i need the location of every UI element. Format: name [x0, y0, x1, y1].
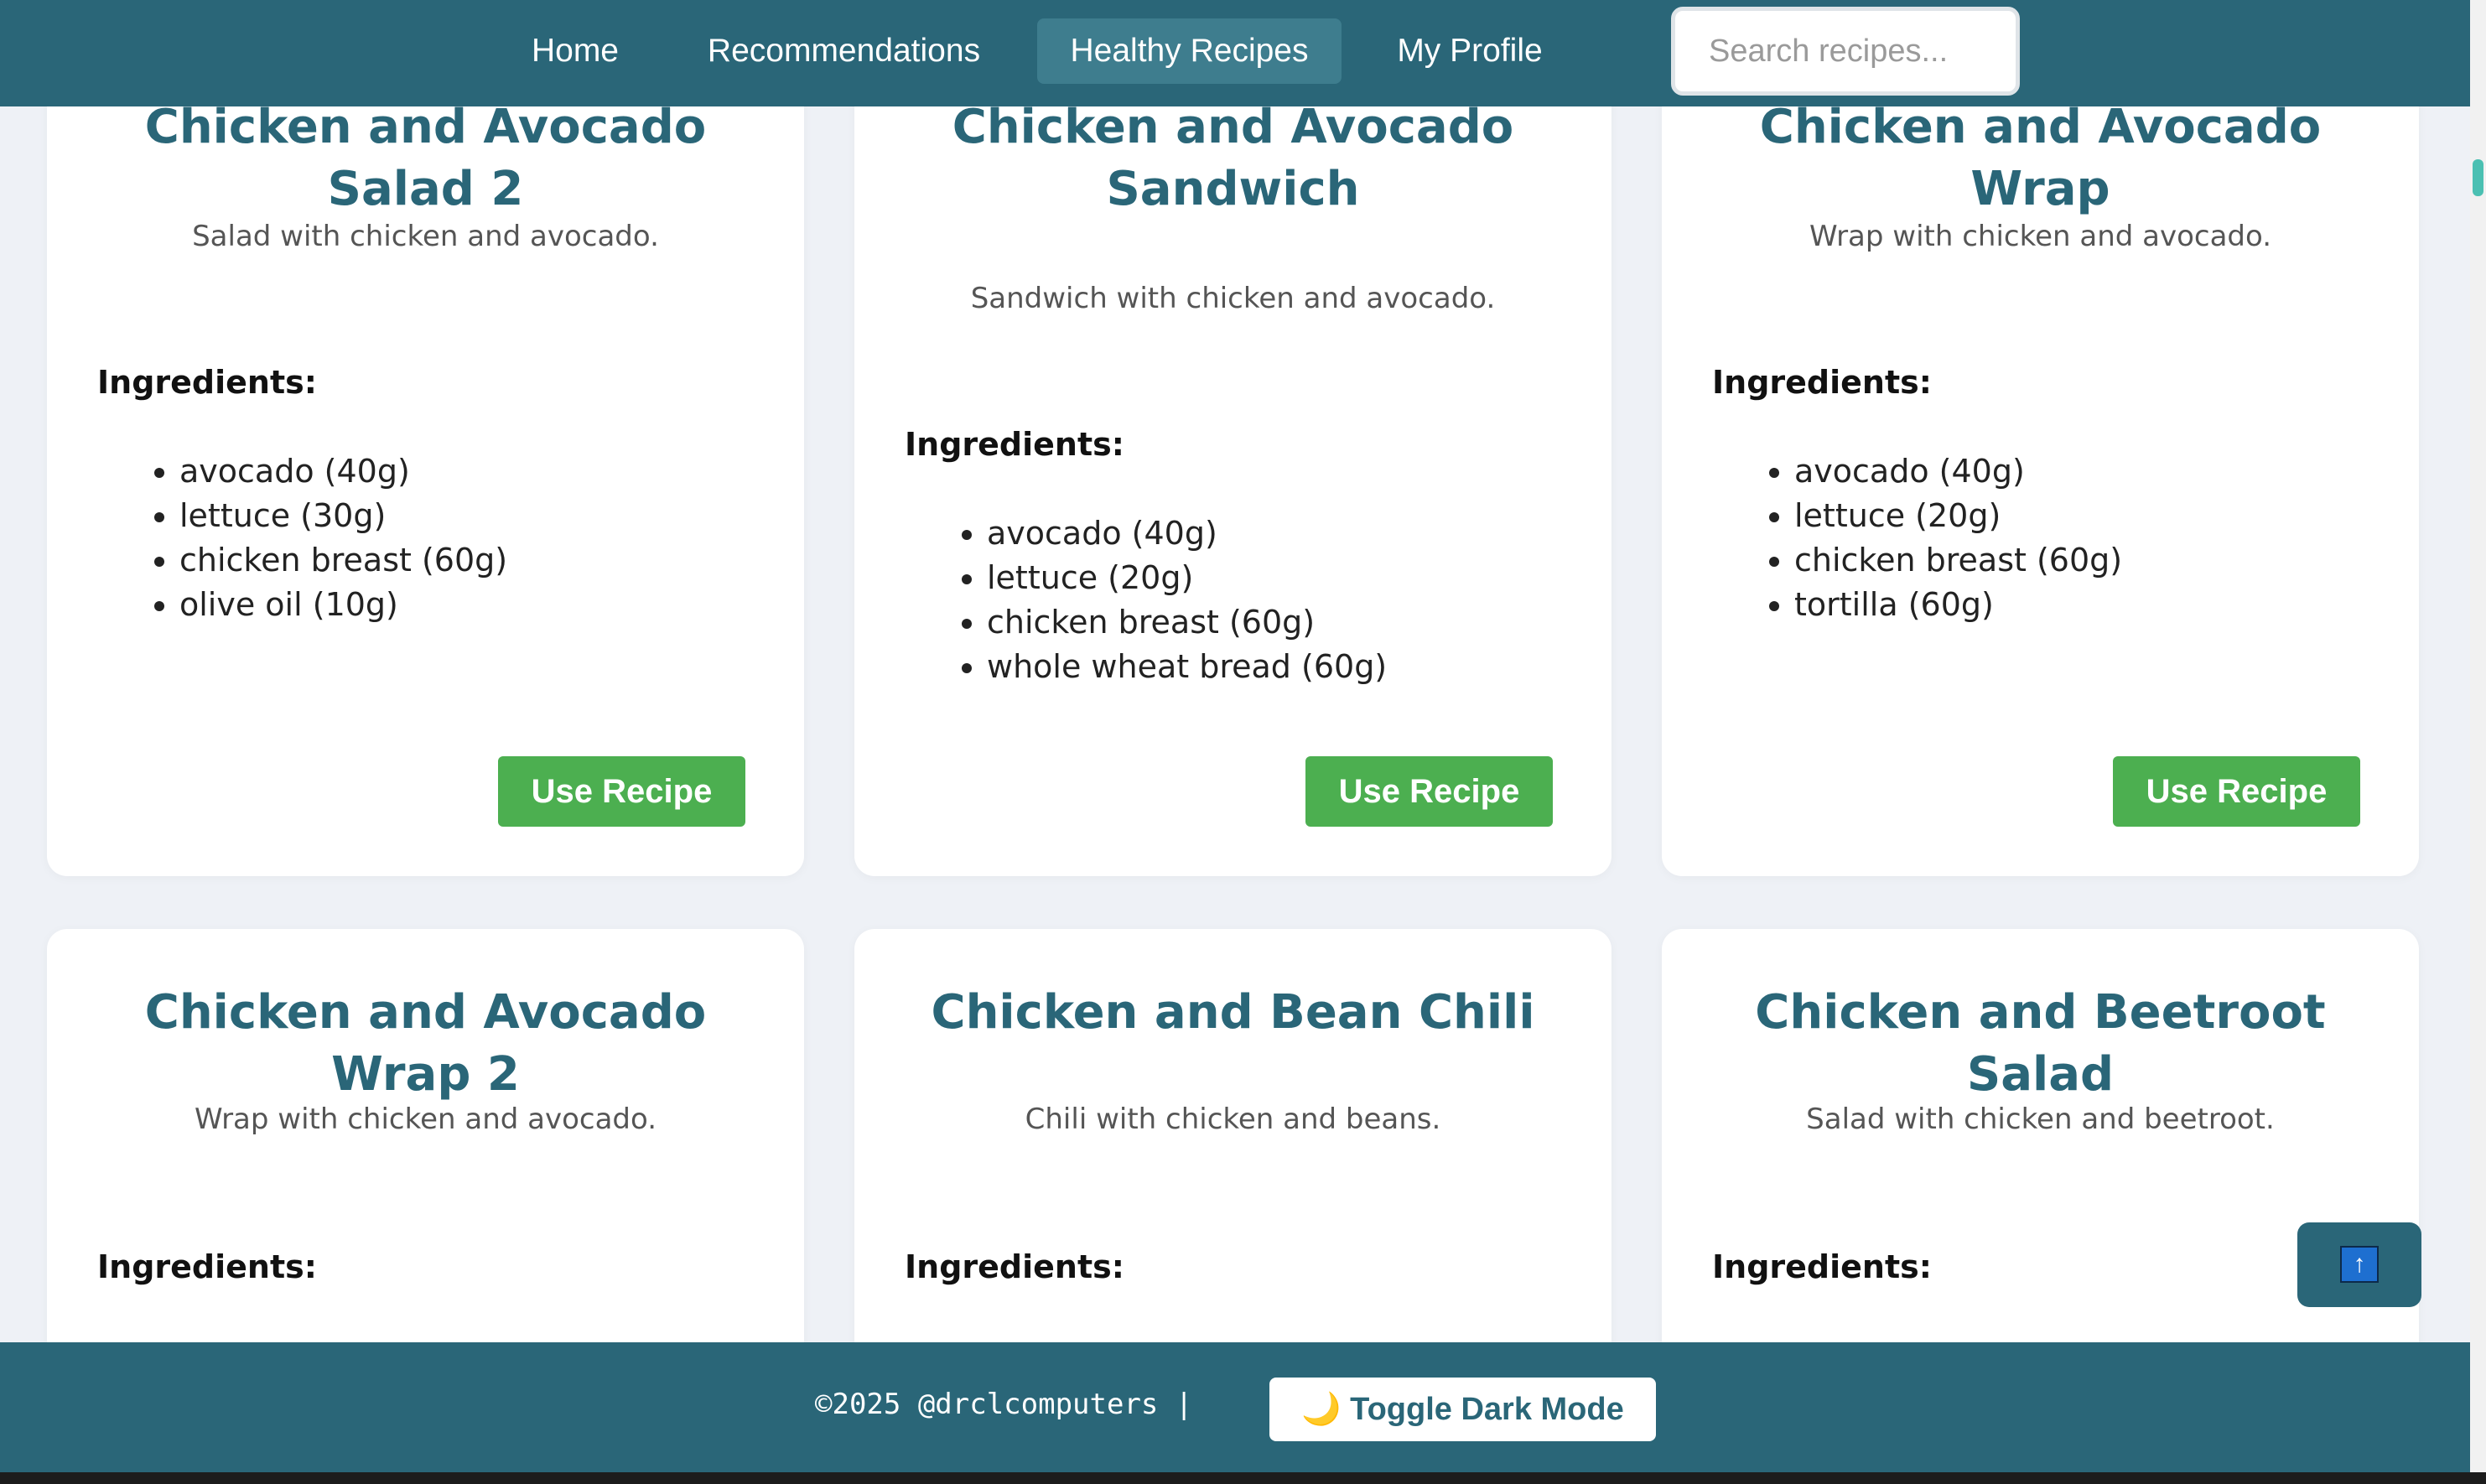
ingredients-list: avocado (40g) lettuce (20g) chicken brea… [905, 511, 1387, 689]
footer: ©2025 @drclcomputers | 🌙 Toggle Dark Mod… [0, 1342, 2470, 1472]
ingredients-heading: Ingredients: [1712, 1248, 1932, 1285]
use-recipe-button[interactable]: Use Recipe [2113, 756, 2360, 827]
use-recipe-button[interactable]: Use Recipe [1305, 756, 1553, 827]
nav-home-link[interactable]: Home [513, 18, 637, 84]
arrow-up-icon: ↑ [2340, 1246, 2379, 1283]
recipe-description: Chili with chicken and beans. [1025, 1103, 1441, 1136]
scroll-to-top-button[interactable]: ↑ [2297, 1222, 2421, 1307]
ingredients-heading: Ingredients: [97, 364, 317, 401]
recipe-card: Chicken and Avocado Salad 2 Salad with c… [47, 60, 804, 876]
recipe-card: Chicken and Beetroot Salad Salad with ch… [1662, 929, 2419, 1398]
ingredient-item: whole wheat bread (60g) [987, 645, 1387, 689]
recipe-card: Chicken and Avocado Wrap Wrap with chick… [1662, 60, 2419, 876]
ingredients-heading: Ingredients: [905, 426, 1124, 463]
ingredient-item: lettuce (30g) [179, 494, 507, 538]
ingredient-item: olive oil (10g) [179, 583, 507, 627]
recipe-title: Chicken and Beetroot Salad [1755, 985, 2326, 1102]
recipe-description: Salad with chicken and avocado. [192, 220, 659, 253]
ingredients-list: avocado (40g) lettuce (20g) chicken brea… [1712, 449, 2122, 627]
moon-icon: 🌙 [1301, 1392, 1342, 1427]
scrollbar-thumb[interactable] [2473, 159, 2483, 196]
recipe-description: Salad with chicken and beetroot. [1806, 1103, 2275, 1136]
recipe-title: Chicken and Avocado Wrap 2 [144, 985, 707, 1102]
nav-recommendations-link[interactable]: Recommendations [684, 18, 1004, 84]
scrollbar-track[interactable] [2470, 0, 2486, 1472]
use-recipe-button[interactable]: Use Recipe [498, 756, 745, 827]
nav-my-profile-link[interactable]: My Profile [1377, 18, 1563, 84]
nav-healthy-recipes-link[interactable]: Healthy Recipes [1037, 18, 1342, 84]
ingredients-list: avocado (40g) lettuce (30g) chicken brea… [97, 449, 507, 627]
ingredient-item: avocado (40g) [179, 449, 507, 494]
recipe-description: Sandwich with chicken and avocado. [970, 282, 1496, 315]
ingredient-item: avocado (40g) [987, 511, 1387, 556]
ingredient-item: tortilla (60g) [1794, 583, 2122, 627]
search-input[interactable] [1671, 7, 2020, 96]
ingredients-heading: Ingredients: [1712, 364, 1932, 401]
recipe-title: Chicken and Avocado Wrap [1759, 100, 2322, 216]
toggle-dark-mode-label: Toggle Dark Mode [1350, 1392, 1624, 1427]
ingredients-heading: Ingredients: [97, 1248, 317, 1285]
recipe-card: Chicken and Bean Chili Chili with chicke… [854, 929, 1611, 1398]
ingredient-item: lettuce (20g) [987, 556, 1387, 600]
ingredient-item: chicken breast (60g) [179, 538, 507, 583]
ingredient-item: chicken breast (60g) [1794, 538, 2122, 583]
recipe-title: Chicken and Bean Chili [931, 985, 1535, 1040]
recipe-description: Wrap with chicken and avocado. [194, 1103, 657, 1136]
top-navbar: Home Recommendations Healthy Recipes My … [0, 0, 2470, 106]
recipe-title: Chicken and Avocado Sandwich [952, 100, 1514, 216]
recipe-card: Chicken and Avocado Sandwich Sandwich wi… [854, 60, 1611, 876]
ingredients-heading: Ingredients: [905, 1248, 1124, 1285]
ingredient-item: lettuce (20g) [1794, 494, 2122, 538]
recipe-title: Chicken and Avocado Salad 2 [144, 100, 707, 216]
recipe-description: Wrap with chicken and avocado. [1809, 220, 2272, 253]
recipe-card: Chicken and Avocado Wrap 2 Wrap with chi… [47, 929, 804, 1398]
toggle-dark-mode-button[interactable]: 🌙 Toggle Dark Mode [1269, 1378, 1656, 1441]
ingredient-item: chicken breast (60g) [987, 600, 1387, 645]
os-taskbar [0, 1472, 2486, 1484]
footer-copyright: ©2025 @drclcomputers | [815, 1388, 1193, 1421]
ingredient-item: avocado (40g) [1794, 449, 2122, 494]
